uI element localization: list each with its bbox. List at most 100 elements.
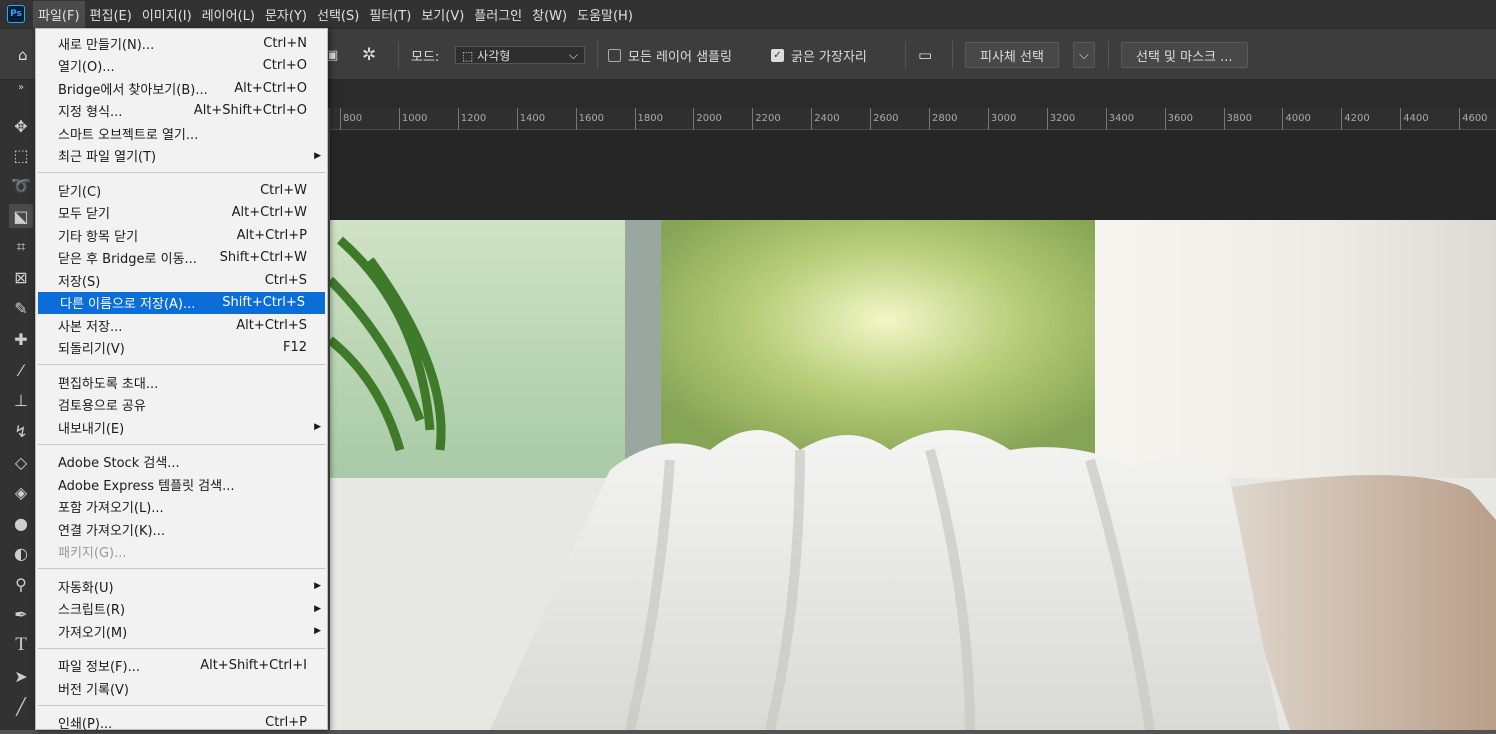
pasteboard: [330, 130, 1496, 220]
mode-label: 모드:: [411, 43, 439, 67]
menu-item-search-adobe-express-templates[interactable]: Adobe Express 템플릿 검색...: [36, 473, 327, 496]
menu-plugins[interactable]: 플러그인: [469, 1, 527, 28]
path-selection-tool-icon[interactable]: ➤: [9, 664, 33, 688]
menu-item-revert[interactable]: 되돌리기(V)F12: [36, 337, 327, 360]
menu-layer[interactable]: 레이어(L): [197, 1, 260, 28]
select-subject-button[interactable]: 피사체 선택: [965, 42, 1059, 68]
blur-tool-icon[interactable]: ●: [9, 511, 33, 535]
sponge-tool-icon[interactable]: ⚲: [9, 572, 33, 596]
marquee-tool-icon[interactable]: ⬚: [9, 143, 33, 167]
ruler-tick-label: 2000: [693, 108, 721, 130]
menu-item-new[interactable]: 새로 만들기(N)...Ctrl+N: [36, 32, 327, 55]
dodge-tool-icon[interactable]: ◐: [9, 541, 33, 565]
menu-help[interactable]: 도움말(H): [572, 1, 638, 28]
menu-item-save-a-copy[interactable]: 사본 저장...Alt+Ctrl+S: [36, 314, 327, 337]
select-and-mask-button[interactable]: 선택 및 마스크 ...: [1121, 42, 1248, 68]
menu-item-save-as[interactable]: 다른 이름으로 저장(A)...Shift+Ctrl+S: [38, 292, 325, 315]
ruler-tick-label: 1000: [399, 108, 427, 130]
paint-bucket-tool-icon[interactable]: ◈: [9, 480, 33, 504]
chevron-down-icon: ⌵: [569, 48, 578, 63]
menu-file[interactable]: 파일(F): [33, 1, 85, 28]
menu-item-package: 패키지(G)...: [36, 541, 327, 564]
menu-divider: [38, 444, 325, 445]
ruler-tick-label: 4600: [1459, 108, 1487, 130]
line-tool-icon[interactable]: ╱: [9, 694, 33, 718]
menu-item-open[interactable]: 열기(O)...Ctrl+O: [36, 55, 327, 78]
submenu-arrow-icon: ▶: [314, 422, 321, 432]
menu-item-close-all[interactable]: 모두 닫기Alt+Ctrl+W: [36, 202, 327, 225]
menu-divider: [38, 364, 325, 365]
type-tool-icon[interactable]: T: [9, 633, 33, 657]
menu-view[interactable]: 보기(V): [416, 1, 469, 28]
menu-item-open-recent[interactable]: 최근 파일 열기(T)▶: [36, 145, 327, 168]
menu-item-scripts[interactable]: 스크립트(R)▶: [36, 598, 327, 621]
mode-select[interactable]: ⬚ 사각형 ⌵: [455, 46, 585, 64]
history-brush-tool-icon[interactable]: ↯: [9, 419, 33, 443]
submenu-arrow-icon: ▶: [314, 151, 321, 161]
menu-type[interactable]: 문자(Y): [260, 1, 312, 28]
menu-divider: [38, 648, 325, 649]
menu-item-share-for-review[interactable]: 검토용으로 공유: [36, 394, 327, 417]
menu-item-place-linked[interactable]: 연결 가져오기(K)...: [36, 518, 327, 541]
ruler-tick-label: 1800: [635, 108, 663, 130]
speech-bubble-icon[interactable]: ▭: [918, 43, 932, 67]
menu-item-automate[interactable]: 자동화(U)▶: [36, 575, 327, 598]
menu-item-open-as-smart-object[interactable]: 스마트 오브젝트로 열기...: [36, 122, 327, 145]
menu-item-place-embedded[interactable]: 포함 가져오기(L)...: [36, 496, 327, 519]
menu-edit[interactable]: 편집(E): [85, 1, 137, 28]
menu-item-version-history[interactable]: 버전 기록(V): [36, 677, 327, 700]
menu-filter[interactable]: 필터(T): [364, 1, 416, 28]
ruler-tick-label: 800: [340, 108, 362, 130]
ruler-tick-label: 2200: [752, 108, 780, 130]
menu-item-browse-in-bridge[interactable]: Bridge에서 찾아보기(B)...Alt+Ctrl+O: [36, 77, 327, 100]
menu-divider: [38, 705, 325, 706]
file-menu-dropdown: 새로 만들기(N)...Ctrl+N 열기(O)...Ctrl+O Bridge…: [35, 28, 328, 730]
healing-brush-tool-icon[interactable]: ✚: [9, 327, 33, 351]
expand-panel-icon[interactable]: »: [9, 80, 33, 94]
crop-tool-icon[interactable]: ⌗: [9, 235, 33, 259]
object-selection-tool-icon[interactable]: ⬕: [9, 204, 33, 228]
submenu-arrow-icon: ▶: [314, 626, 321, 636]
lasso-tool-icon[interactable]: ➰: [9, 173, 33, 197]
ruler-tick-label: 3400: [1106, 108, 1134, 130]
ruler-tick-label: 2600: [870, 108, 898, 130]
clone-stamp-tool-icon[interactable]: ⊥: [9, 388, 33, 412]
pen-tool-icon[interactable]: ✒: [9, 602, 33, 626]
menu-item-export[interactable]: 내보내기(E)▶: [36, 416, 327, 439]
menu-image[interactable]: 이미지(I): [137, 1, 197, 28]
ruler-tick-label: 3200: [1047, 108, 1075, 130]
horizontal-ruler: 8001000120014001600180020002200240026002…: [330, 108, 1496, 130]
menu-item-open-as[interactable]: 지정 형식...Alt+Shift+Ctrl+O: [36, 100, 327, 123]
gear-icon[interactable]: ✲: [362, 43, 376, 67]
menu-item-search-adobe-stock[interactable]: Adobe Stock 검색...: [36, 451, 327, 474]
menu-item-close[interactable]: 닫기(C)Ctrl+W: [36, 179, 327, 202]
submenu-arrow-icon: ▶: [314, 604, 321, 614]
menu-item-import[interactable]: 가져오기(M)▶: [36, 620, 327, 643]
menu-window[interactable]: 창(W): [527, 1, 572, 28]
rect-marquee-icon: ⬚: [462, 49, 477, 63]
menu-select[interactable]: 선택(S): [312, 1, 364, 28]
menu-item-close-others[interactable]: 기타 항목 닫기Alt+Ctrl+P: [36, 224, 327, 247]
brush-tool-icon[interactable]: ⁄: [9, 358, 33, 382]
eyedropper-tool-icon[interactable]: ✎: [9, 296, 33, 320]
menu-item-invite-to-edit[interactable]: 편집하도록 초대...: [36, 371, 327, 394]
home-icon[interactable]: ⌂: [18, 43, 28, 67]
eraser-tool-icon[interactable]: ◇: [9, 450, 33, 474]
document-canvas[interactable]: [330, 220, 1496, 730]
ruler-tick-label: 4400: [1400, 108, 1428, 130]
checkbox-icon: [608, 49, 621, 62]
menu-divider: [38, 172, 325, 173]
ruler-tick-label: 1200: [458, 108, 486, 130]
sample-all-layers-checkbox[interactable]: 모든 레이어 샘플링: [608, 43, 732, 67]
menu-item-close-and-go-to-bridge[interactable]: 닫은 후 Bridge로 이동...Shift+Ctrl+W: [36, 247, 327, 270]
menu-item-save[interactable]: 저장(S)Ctrl+S: [36, 269, 327, 292]
ruler-tick-label: 2800: [929, 108, 957, 130]
photoshop-logo-icon[interactable]: Ps: [7, 5, 25, 23]
subject-dropdown-chevron-icon[interactable]: ⌵: [1073, 42, 1095, 68]
menu-item-print[interactable]: 인쇄(P)...Ctrl+P: [36, 712, 327, 734]
frame-tool-icon[interactable]: ⊠: [9, 265, 33, 289]
move-tool-icon[interactable]: ✥: [9, 114, 33, 138]
menu-bar: Ps 파일(F) 편집(E) 이미지(I) 레이어(L) 문자(Y) 선택(S)…: [0, 0, 1496, 28]
menu-item-file-info[interactable]: 파일 정보(F)...Alt+Shift+Ctrl+I: [36, 655, 327, 678]
hard-edge-checkbox[interactable]: ✓굵은 가장자리: [771, 43, 867, 67]
